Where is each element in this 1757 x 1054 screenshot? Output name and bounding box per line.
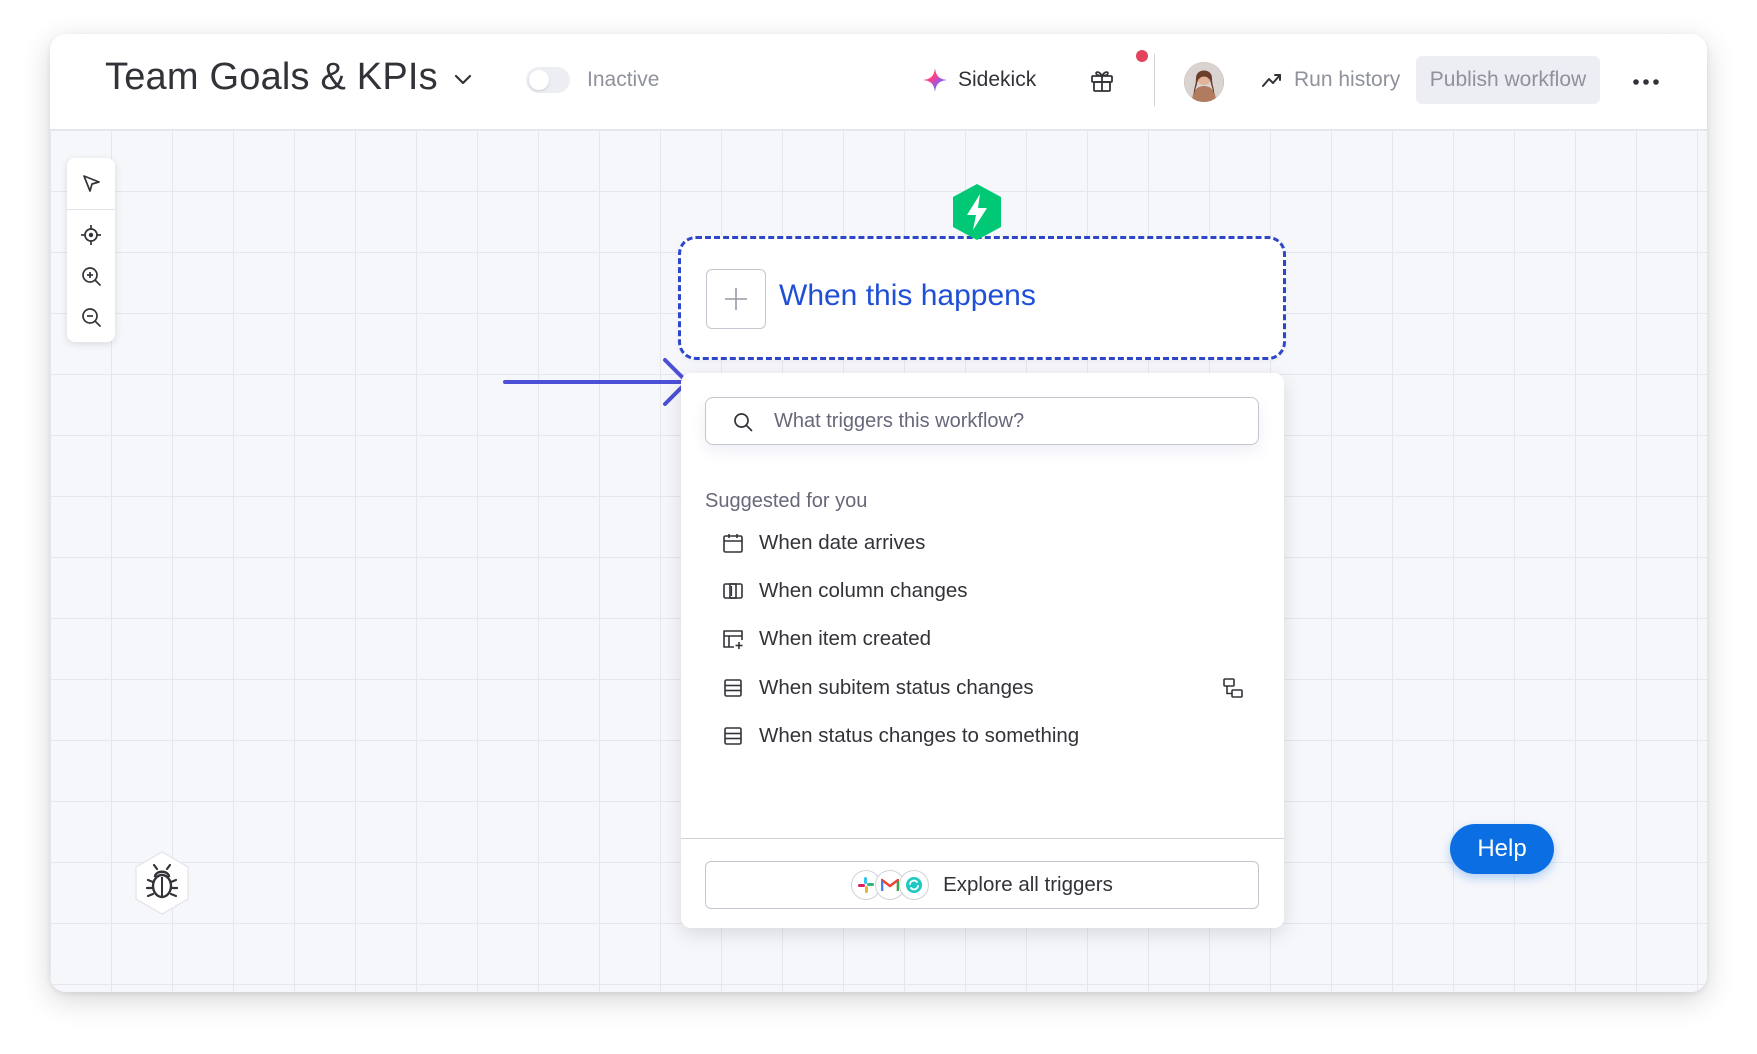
workflow-window: Team Goals & KPIs Inactive Sidekick Run … [50,34,1707,992]
table-icon [724,727,742,745]
trigger-option-label: When subitem status changes [759,676,1034,699]
zoom-in-icon [82,267,101,286]
chevron-down-icon[interactable] [452,68,474,90]
zoom-in-tool[interactable] [67,254,115,298]
toolbox-divider [67,209,115,210]
active-toggle[interactable] [526,67,570,93]
trigger-option-label: When column changes [759,579,968,602]
table-icon [724,679,742,697]
run-history-button[interactable]: Run history [1260,62,1400,98]
dropdown-divider [681,838,1284,839]
trigger-option-label: When item created [759,627,932,650]
user-photo-icon [1184,62,1224,102]
plus-icon [725,288,747,310]
trigger-option-column-changes[interactable]: When column changes [705,567,1259,615]
recenter-icon [81,225,101,245]
pointer-icon [83,175,100,192]
trigger-option-label: When status changes to something [759,724,1080,747]
gift-icon[interactable] [1087,65,1117,95]
publish-workflow-button[interactable]: Publish workflow [1416,56,1600,104]
explore-all-triggers-button[interactable]: Explore all triggers [705,861,1259,909]
trigger-search-input[interactable] [774,398,1244,444]
column-icon [723,583,743,599]
search-icon [734,413,753,432]
pointer-arrow-annotation [503,358,689,406]
status-label: Inactive [587,68,660,91]
subitem-icon [1223,678,1243,698]
trigger-option-label: When date arrives [759,531,926,554]
trigger-option-item-created[interactable]: When item created [705,615,1259,663]
toggle-knob [529,70,549,90]
trigger-dropdown: Suggested for you When date arrives When… [681,373,1284,928]
pointer-tool[interactable] [67,162,115,206]
calendar-icon [723,534,743,553]
workflow-canvas[interactable]: When this happens Suggested for you [50,130,1707,992]
header-divider [1154,54,1155,106]
suggested-section-label: Suggested for you [705,490,868,512]
trigger-option-status-changes-to-something[interactable]: When status changes to something [705,712,1259,760]
help-button[interactable]: Help [1450,824,1554,874]
trend-up-icon [1262,74,1281,87]
trigger-card[interactable]: When this happens [678,236,1286,360]
zoom-out-tool[interactable] [67,295,115,339]
trigger-title[interactable]: When this happens [779,279,1036,313]
explore-all-triggers-label: Explore all triggers [943,873,1113,896]
recenter-tool[interactable] [67,213,115,257]
workflow-title[interactable]: Team Goals & KPIs [105,54,438,100]
trigger-search-box[interactable] [705,397,1259,445]
avatar[interactable] [1184,62,1224,102]
sparkle-icon [923,68,947,92]
item-created-icon [723,630,743,649]
more-options-icon[interactable] [1628,64,1664,100]
lightning-bolt-icon [953,184,1001,240]
trigger-option-subitem-status-changes[interactable]: When subitem status changes [705,664,1259,712]
add-trigger-button[interactable] [706,269,766,329]
sidekick-label: Sidekick [958,68,1037,91]
trigger-option-date-arrives[interactable]: When date arrives [705,519,1259,567]
canvas-toolbox [67,158,115,342]
notification-dot [1136,50,1148,62]
top-bar: Team Goals & KPIs Inactive Sidekick Run … [50,34,1707,130]
app-icons-group [851,870,930,900]
zoom-out-icon [82,308,101,327]
bug-report-icon[interactable] [132,850,192,916]
run-history-label: Run history [1294,68,1401,91]
refresh-app-icon [899,870,930,900]
sidekick-button[interactable]: Sidekick [922,62,1036,98]
